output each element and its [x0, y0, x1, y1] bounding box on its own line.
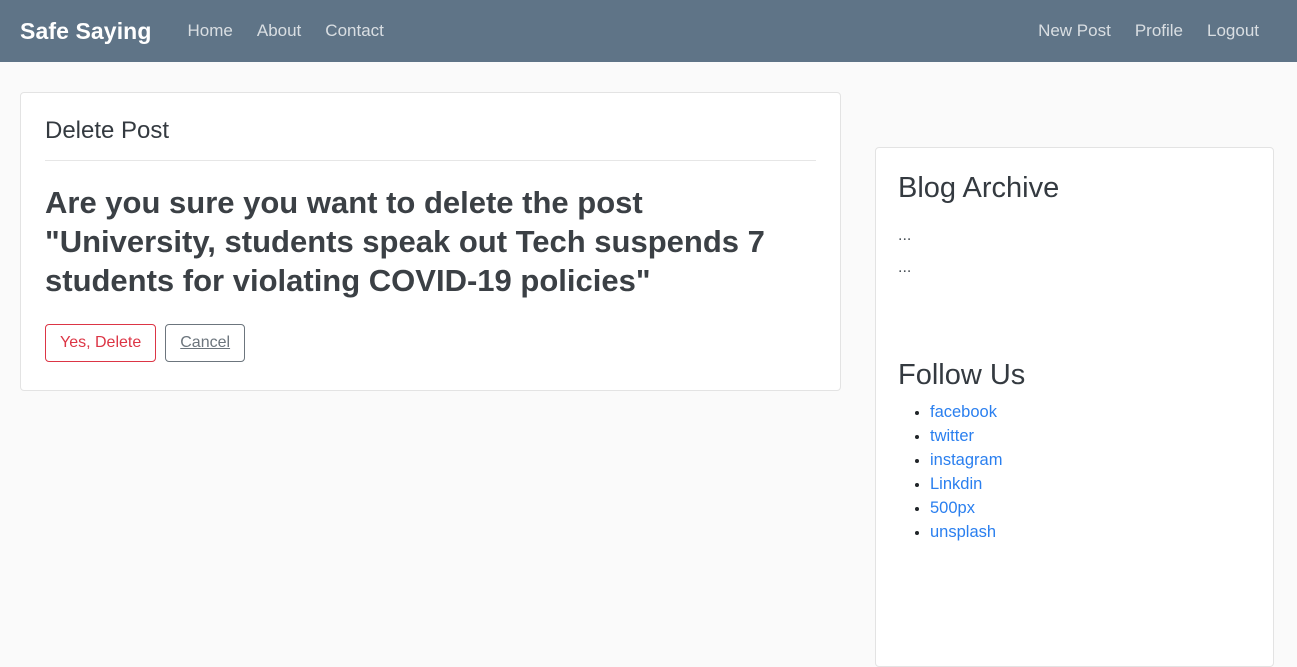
main-column: Delete Post Are you sure you want to del… — [20, 92, 841, 391]
nav-link-logout[interactable]: Logout — [1207, 21, 1259, 41]
social-link-facebook[interactable]: facebook — [930, 403, 997, 421]
nav-link-home[interactable]: Home — [188, 21, 233, 41]
social-link-linkdin[interactable]: Linkdin — [930, 475, 982, 493]
nav-link-new-post[interactable]: New Post — [1038, 21, 1111, 41]
page-body: Delete Post Are you sure you want to del… — [0, 62, 1297, 667]
blog-archive-title: Blog Archive — [898, 172, 1060, 204]
social-link-unsplash[interactable]: unsplash — [930, 523, 996, 541]
legend-divider — [45, 159, 816, 161]
social-link-twitter[interactable]: twitter — [930, 427, 974, 445]
archive-item[interactable]: ... — [898, 256, 1251, 281]
archive-item[interactable]: ... — [898, 224, 1251, 249]
list-item: 500px — [930, 499, 1251, 518]
navbar-brand[interactable]: Safe Saying — [20, 18, 152, 45]
navbar-left-links: Home About Contact — [188, 21, 384, 41]
list-item: facebook — [930, 403, 1251, 422]
list-item: unsplash — [930, 523, 1251, 542]
nav-link-contact[interactable]: Contact — [325, 21, 384, 41]
delete-post-card: Delete Post Are you sure you want to del… — [20, 92, 841, 391]
sidebar-card: Blog Archive ... ... Follow Us facebook … — [875, 147, 1274, 667]
main-navbar: Safe Saying Home About Contact New Post … — [0, 0, 1297, 62]
social-link-500px[interactable]: 500px — [930, 499, 975, 517]
sidebar-column: Blog Archive ... ... Follow Us facebook … — [875, 147, 1274, 667]
social-link-instagram[interactable]: instagram — [930, 451, 1002, 469]
list-item: twitter — [930, 427, 1251, 446]
nav-link-about[interactable]: About — [257, 21, 301, 41]
navbar-right-links: New Post Profile Logout — [1038, 21, 1281, 41]
cancel-button[interactable]: Cancel — [165, 323, 246, 362]
nav-link-profile[interactable]: Profile — [1135, 21, 1183, 41]
list-item: instagram — [930, 451, 1251, 470]
confirm-delete-button[interactable]: Yes, Delete — [45, 323, 157, 362]
list-item: Linkdin — [930, 475, 1251, 494]
delete-actions: Yes, Delete Cancel — [45, 323, 816, 362]
follow-us-title: Follow Us — [898, 359, 1026, 392]
delete-confirmation-text: Are you sure you want to delete the post… — [45, 184, 765, 298]
social-links-list: facebook twitter instagram Linkdin 500px… — [898, 403, 1251, 542]
page-title: Delete Post — [45, 117, 170, 144]
